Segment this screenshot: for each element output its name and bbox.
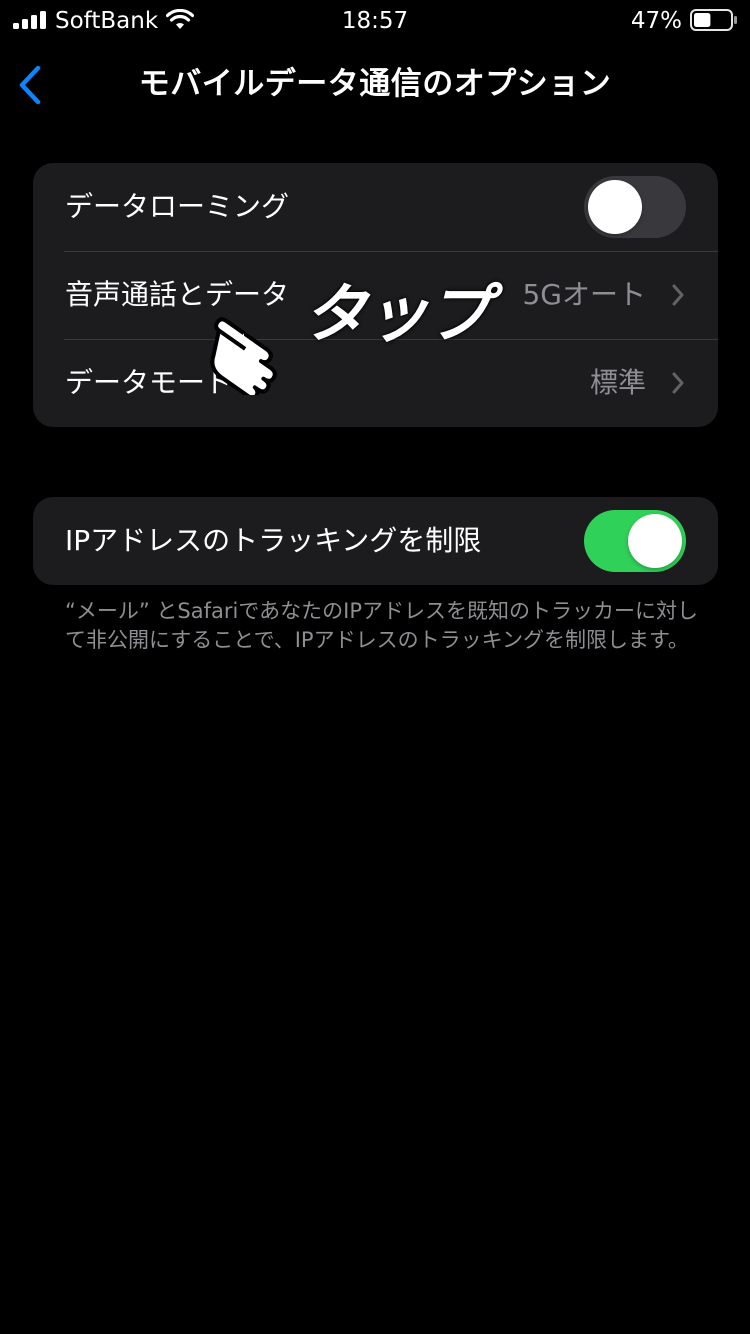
limit-ip-tracking-toggle[interactable] [584,510,686,572]
toggle-knob [588,180,642,234]
ip-tracking-group: IPアドレスのトラッキングを制限 [33,497,718,585]
navigation-bar: モバイルデータ通信のオプション [0,56,750,114]
status-bar: SoftBank 18:57 47% [0,0,750,42]
row-value: 標準 [589,366,646,399]
battery-icon [690,9,737,31]
row-label: データローミング [65,190,290,223]
row-value: 5Gオート [522,278,646,311]
pointing-hand-icon [210,317,277,395]
data-roaming-toggle[interactable] [584,176,686,238]
row-data-roaming: データローミング [33,163,718,251]
battery-percent: 47% [630,8,682,34]
row-label: IPアドレスのトラッキングを制限 [65,524,482,557]
footnote: “メール” とSafariであなたのIPアドレスを既知のトラッカーに対して非公開… [65,599,699,652]
tap-annotation-text: タップ [303,278,491,352]
chevron-right-icon [672,372,684,394]
row-limit-ip-tracking: IPアドレスのトラッキングを制限 [33,497,718,585]
toggle-knob [628,514,682,568]
page-title: モバイルデータ通信のオプション [138,66,612,102]
chevron-right-icon [672,284,684,306]
